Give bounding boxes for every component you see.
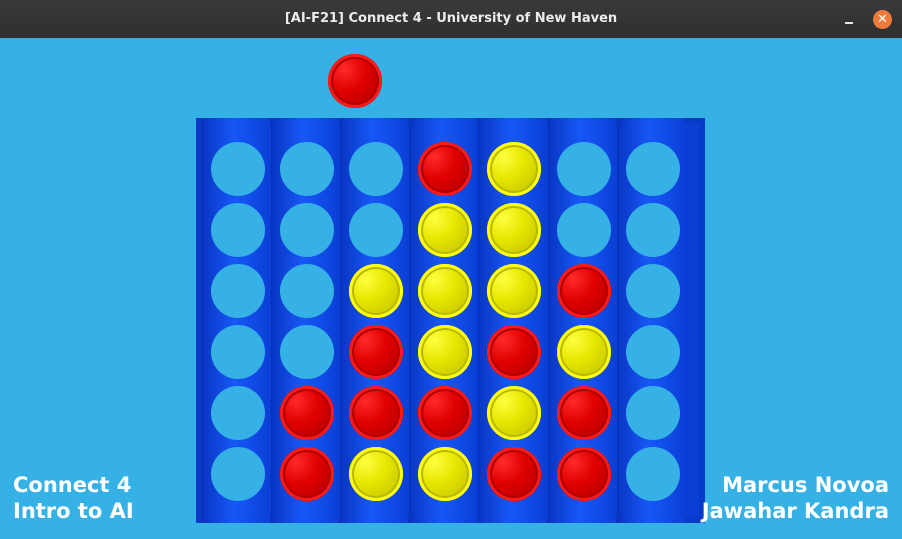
yellow-piece xyxy=(418,203,473,257)
course-name-label: Intro to AI xyxy=(13,499,134,523)
author-1-label: Marcus Novoa xyxy=(722,473,889,497)
empty-slot xyxy=(625,203,680,257)
empty-slot xyxy=(211,142,265,196)
red-piece xyxy=(487,325,542,379)
empty-slot xyxy=(280,142,335,196)
title-bar[interactable]: [AI-F21] Connect 4 - University of New H… xyxy=(0,0,902,38)
empty-slot xyxy=(625,264,680,318)
yellow-piece xyxy=(487,386,542,440)
empty-slot xyxy=(280,203,335,257)
red-piece xyxy=(556,386,611,440)
yellow-piece xyxy=(487,264,542,318)
red-piece xyxy=(280,447,335,501)
empty-slot xyxy=(211,264,265,318)
empty-slot xyxy=(211,203,265,257)
red-piece xyxy=(418,386,473,440)
red-piece xyxy=(280,386,335,440)
yellow-piece xyxy=(349,447,404,501)
yellow-piece xyxy=(556,325,611,379)
empty-slot xyxy=(556,142,611,196)
empty-slot xyxy=(280,264,335,318)
red-piece xyxy=(556,447,611,501)
yellow-piece xyxy=(418,264,473,318)
empty-slot xyxy=(625,386,680,440)
empty-slot xyxy=(211,325,265,379)
connect4-board[interactable] xyxy=(196,118,705,523)
game-name-label: Connect 4 xyxy=(13,473,132,497)
red-piece xyxy=(349,386,404,440)
author-2-label: Jawahar Kandra xyxy=(701,499,889,523)
red-piece xyxy=(556,264,611,318)
yellow-piece xyxy=(418,447,473,501)
empty-slot xyxy=(556,203,611,257)
red-piece xyxy=(487,447,542,501)
empty-slot xyxy=(349,203,404,257)
empty-slot xyxy=(625,325,680,379)
empty-slot xyxy=(280,325,335,379)
yellow-piece xyxy=(418,325,473,379)
yellow-piece xyxy=(487,203,542,257)
hover-drop-piece[interactable] xyxy=(328,54,383,108)
window-title: [AI-F21] Connect 4 - University of New H… xyxy=(284,11,618,26)
minimize-icon[interactable] xyxy=(838,9,860,29)
empty-slot xyxy=(625,142,680,196)
red-piece xyxy=(349,325,404,379)
empty-slot xyxy=(211,447,265,501)
empty-slot xyxy=(349,142,404,196)
course-labels: Connect 4 Intro to AI xyxy=(13,472,134,524)
yellow-piece xyxy=(349,264,404,318)
empty-slot xyxy=(625,447,680,501)
close-icon[interactable]: ✕ xyxy=(873,10,892,29)
yellow-piece xyxy=(487,142,542,196)
author-labels: Marcus Novoa Jawahar Kandra xyxy=(702,472,889,524)
empty-slot xyxy=(211,386,265,440)
red-piece xyxy=(418,142,473,196)
game-canvas[interactable]: Connect 4 Intro to AI Marcus Novoa Jawah… xyxy=(0,38,902,539)
app-window: [AI-F21] Connect 4 - University of New H… xyxy=(0,0,902,539)
